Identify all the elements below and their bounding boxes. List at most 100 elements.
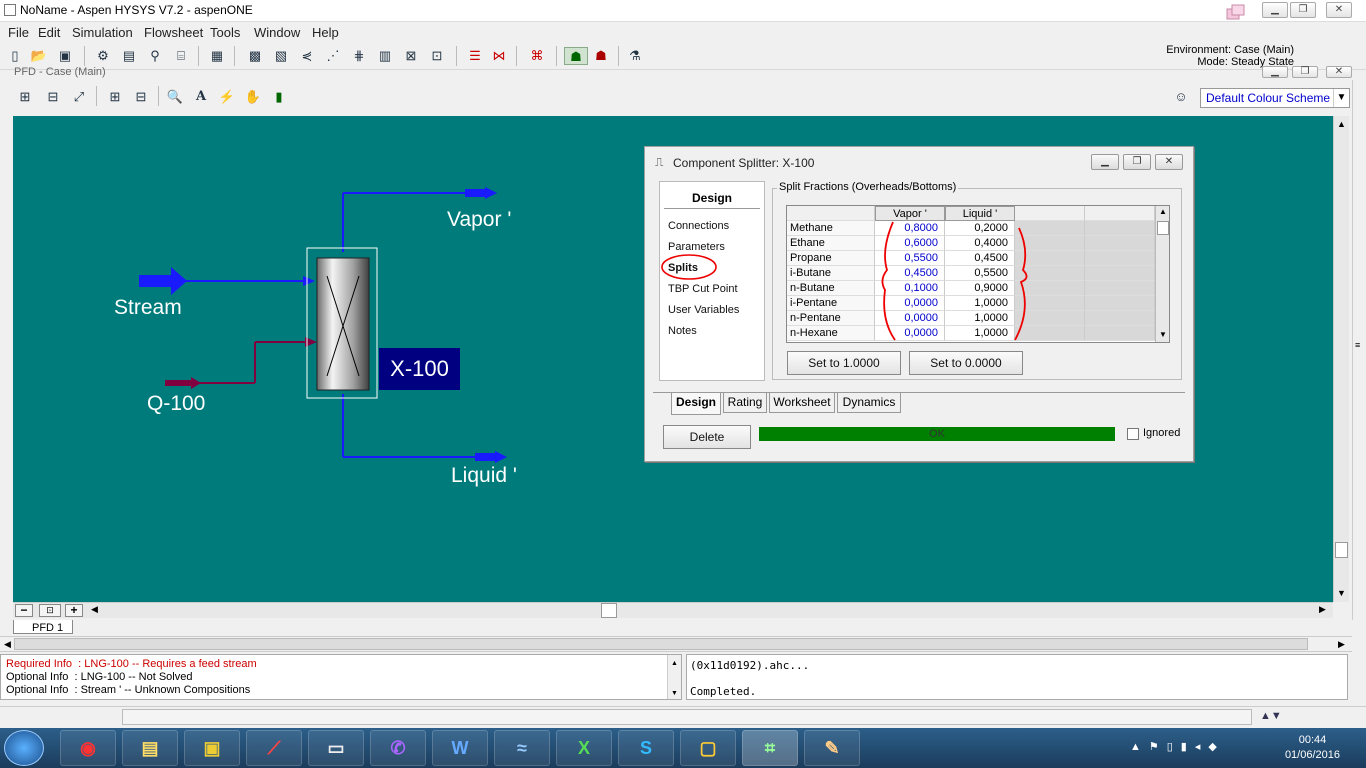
start-button[interactable]	[4, 730, 44, 766]
trace-log-pane[interactable]: (0x11d0192).ahc... Completed.	[686, 654, 1348, 700]
zoom-out-button[interactable]: −	[15, 604, 33, 617]
energy-stream-q100-line[interactable]	[165, 337, 317, 389]
restore-cascade-icon[interactable]	[1226, 4, 1246, 20]
nav-item-notes[interactable]: Notes	[668, 325, 697, 337]
scroll-thumb[interactable]	[1157, 221, 1169, 235]
link-icon[interactable]: ⋕	[350, 47, 368, 65]
ignored-checkbox[interactable]	[1127, 428, 1139, 440]
tab-dynamics[interactable]: Dynamics	[837, 393, 901, 413]
chrome-icon[interactable]: ◉	[60, 730, 116, 766]
navigator-icon[interactable]: ⌸	[172, 47, 190, 65]
menu-window[interactable]: Window	[254, 25, 300, 40]
app-icon[interactable]: ▢	[680, 730, 736, 766]
network-icon[interactable]: ⋰	[324, 47, 342, 65]
taskbar-clock[interactable]: 00:44 01/06/2016	[1285, 733, 1340, 763]
open-icon[interactable]: 📂	[30, 47, 48, 65]
nav-item-connections[interactable]: Connections	[668, 220, 729, 232]
hysys-icon[interactable]: ⌗	[742, 730, 798, 766]
auto-position-icon[interactable]: ⤢	[70, 88, 88, 106]
exchanger-icon[interactable]: ⋈	[490, 47, 508, 65]
liquid-label[interactable]: Liquid '	[451, 464, 517, 488]
pfd-icon[interactable]: ▩	[246, 47, 264, 65]
scroll-down-icon[interactable]: ▼	[1334, 585, 1349, 601]
attach-mode-icon[interactable]: ⊟	[44, 88, 62, 106]
flask-icon[interactable]: ⚗	[626, 47, 644, 65]
document-icon[interactable]: ▭	[308, 730, 364, 766]
pfd-close-button[interactable]: ✕	[1326, 66, 1352, 78]
workbook-icon[interactable]: ▦	[208, 47, 226, 65]
object-status-pane[interactable]: Required Info : LNG-100 -- Requires a fe…	[0, 654, 682, 700]
text-tool-icon[interactable]: A	[192, 88, 210, 106]
dialog-maximize-button[interactable]: ❐	[1123, 154, 1151, 170]
zoom-icon[interactable]: 🔍	[166, 88, 184, 106]
scroll-left-icon[interactable]: ◀	[4, 639, 11, 650]
network-icon[interactable]: ≈	[494, 730, 550, 766]
q100-label[interactable]: Q-100	[147, 392, 205, 416]
excel-icon[interactable]: X	[556, 730, 612, 766]
break-connection-icon[interactable]: ⊞	[106, 88, 124, 106]
zoom-fit-button[interactable]: ⊡	[39, 604, 61, 617]
split-fractions-grid[interactable]: Vapor ' Liquid ' Methane 0,8000 0,2000 Etha…	[786, 205, 1170, 343]
component-splitter-x100-icon[interactable]	[306, 247, 378, 399]
close-button[interactable]: ✕	[1326, 2, 1352, 18]
grid-vertical-scrollbar[interactable]: ▲ ▼	[1155, 206, 1169, 342]
dialog-close-button[interactable]: ✕	[1155, 154, 1183, 170]
report-icon[interactable]: ⊡	[428, 47, 446, 65]
components-icon[interactable]: ⚙	[94, 47, 112, 65]
scroll-left-icon[interactable]: ◀	[91, 604, 98, 615]
pfd-minimize-button[interactable]: ▁	[1262, 66, 1288, 78]
set-to-one-button[interactable]: Set to 1.0000	[787, 351, 901, 375]
scroll-up-icon[interactable]: ▲	[671, 657, 678, 670]
pdf-icon[interactable]: ⟋	[246, 730, 302, 766]
pfd-maximize-button[interactable]: ❐	[1292, 66, 1318, 78]
dialog-minimize-button[interactable]: ▁	[1091, 154, 1119, 170]
tab-worksheet[interactable]: Worksheet	[769, 393, 835, 413]
palette-icon[interactable]: ☺	[1172, 88, 1190, 106]
hand-icon[interactable]: ✋	[244, 88, 262, 106]
tab-design[interactable]: Design	[671, 393, 721, 415]
traffic-light-icon[interactable]: ▮	[270, 88, 288, 106]
delete-button[interactable]: Delete	[663, 425, 751, 449]
minimize-button[interactable]: ▁	[1262, 2, 1288, 18]
media-icon[interactable]: ▣	[184, 730, 240, 766]
solver-active-icon[interactable]: ☗	[564, 47, 588, 65]
set-to-zero-button[interactable]: Set to 0.0000	[909, 351, 1023, 375]
nav-item-tbp-cut-point[interactable]: TBP Cut Point	[668, 283, 738, 295]
explorer-icon[interactable]: ▤	[122, 730, 178, 766]
column-header-liquid[interactable]: Liquid '	[945, 206, 1015, 221]
viber-icon[interactable]: ✆	[370, 730, 426, 766]
new-icon[interactable]: ▯	[6, 47, 24, 65]
stream-label[interactable]: Stream	[114, 296, 182, 320]
h-scroll-thumb[interactable]	[14, 638, 1308, 650]
scroll-right-icon[interactable]: ▶	[1319, 604, 1326, 615]
main-horizontal-scrollbar[interactable]: ◀ ▶	[0, 636, 1352, 652]
expand-collapse-icon[interactable]: ▲▼	[1260, 710, 1282, 722]
menu-tools[interactable]: Tools	[210, 25, 240, 40]
tab-pfd-1[interactable]: PFD 1	[13, 620, 73, 634]
color-scheme-select[interactable]: Default Colour Scheme ▼	[1200, 88, 1350, 108]
maximize-button[interactable]: ❐	[1290, 2, 1316, 18]
pfd-vertical-scrollbar[interactable]: ▲ ▼	[1333, 116, 1349, 602]
pfd-horizontal-scrollbar[interactable]: − ⊡ + ◀ ▶	[13, 602, 1333, 618]
swap-icon[interactable]: ⊟	[132, 88, 150, 106]
unit-label-x100[interactable]: X-100	[379, 348, 460, 390]
size-mode-icon[interactable]: ⊞	[16, 88, 34, 106]
lines-icon[interactable]: ☰	[466, 47, 484, 65]
h-scroll-thumb[interactable]	[601, 603, 617, 618]
solver-hold-icon[interactable]: ☗	[592, 47, 610, 65]
menu-file[interactable]: File	[8, 25, 29, 40]
summary-icon[interactable]: ▧	[272, 47, 290, 65]
scroll-thumb[interactable]	[1335, 542, 1348, 558]
menu-flowsheet[interactable]: Flowsheet	[144, 25, 203, 40]
fluid-package-icon[interactable]: ▤	[120, 47, 138, 65]
paint-icon[interactable]: ✎	[804, 730, 860, 766]
tab-rating[interactable]: Rating	[723, 393, 767, 413]
matrix-icon[interactable]: ⊠	[402, 47, 420, 65]
menu-simulation[interactable]: Simulation	[72, 25, 133, 40]
status-scrollbar[interactable]: ▲ ▼	[667, 655, 681, 699]
scroll-up-icon[interactable]: ▲	[1159, 207, 1167, 216]
binoculars-icon[interactable]: ⚲	[146, 47, 164, 65]
vapor-label[interactable]: Vapor '	[447, 208, 511, 232]
grid-icon[interactable]: ▥	[376, 47, 394, 65]
word-icon[interactable]: W	[432, 730, 488, 766]
